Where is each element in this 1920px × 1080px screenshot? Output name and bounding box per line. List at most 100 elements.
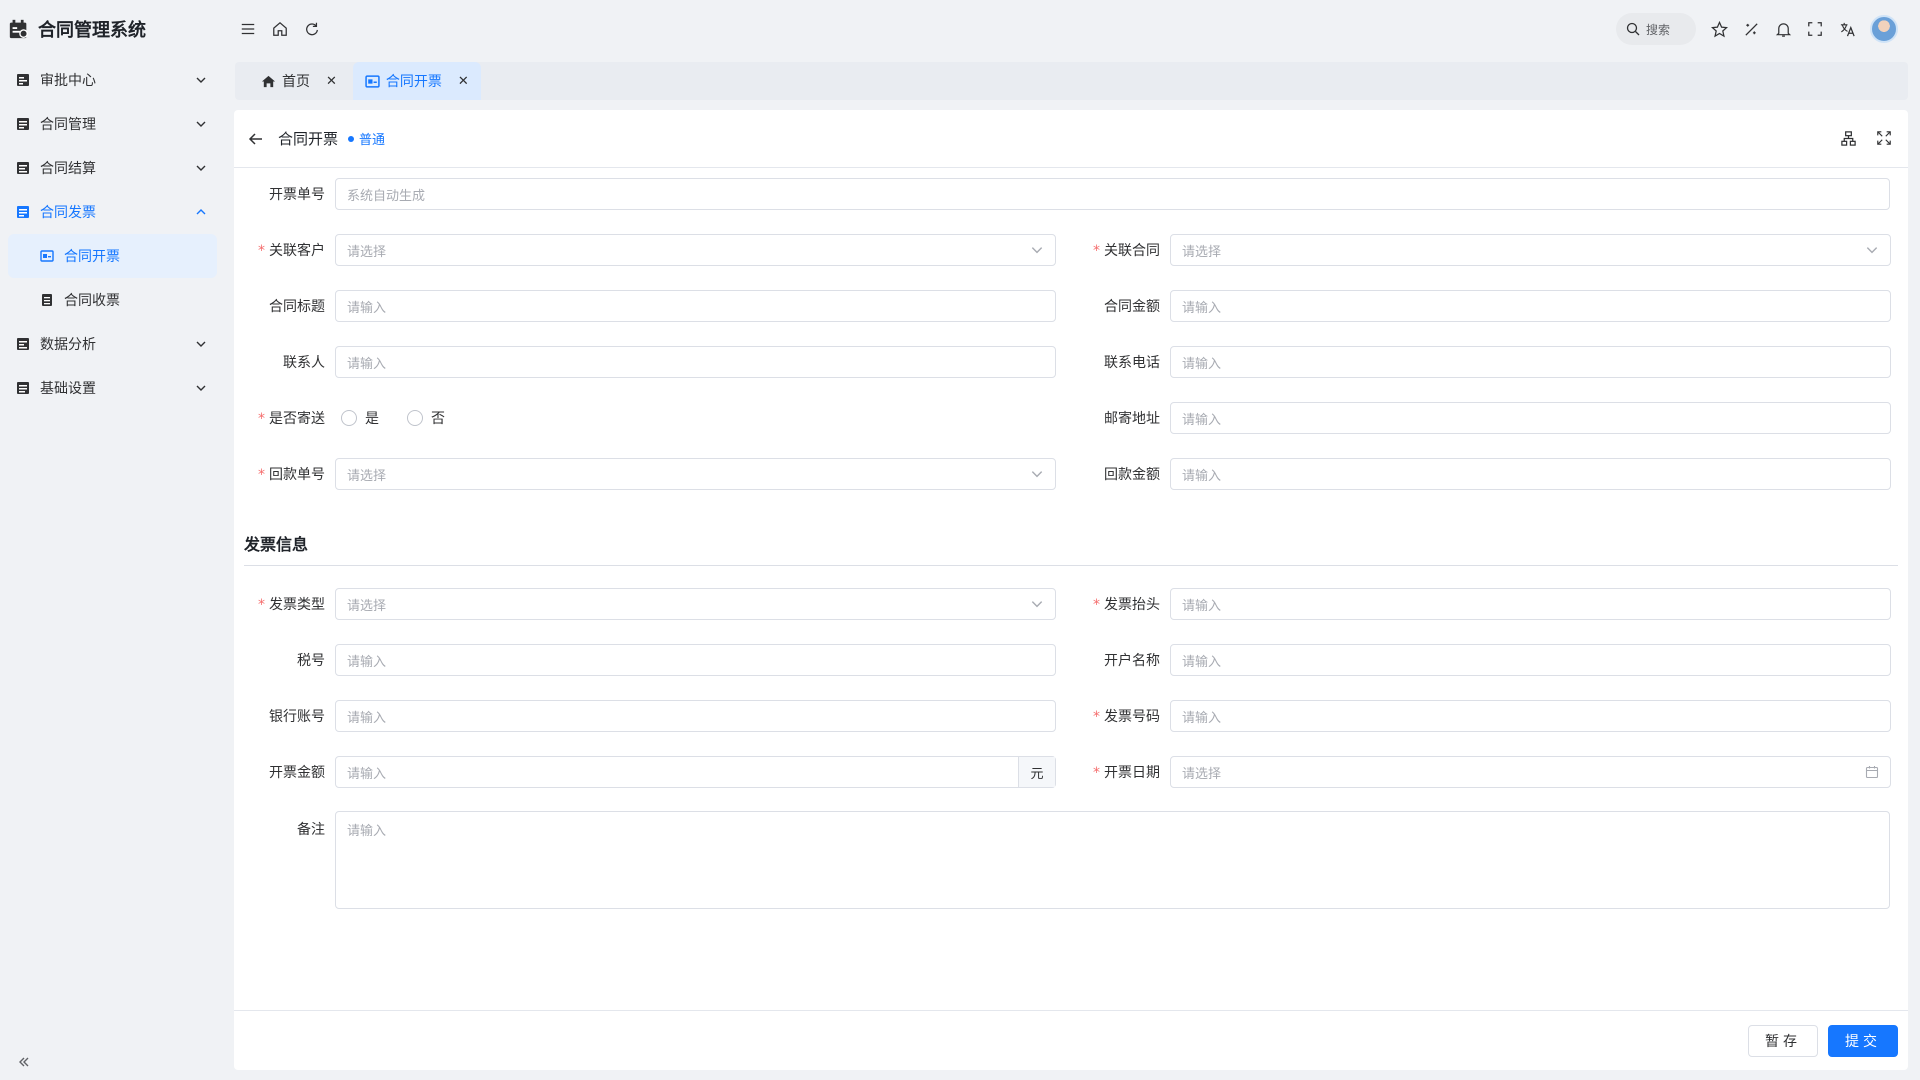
- field-label: 邮寄地址: [1104, 411, 1160, 427]
- required-mark: *: [1093, 243, 1100, 259]
- sidebar-item-approval[interactable]: 审批中心: [0, 58, 225, 102]
- invoice-amount-input[interactable]: 请输入 元: [335, 756, 1056, 788]
- save-draft-button[interactable]: 暂存: [1748, 1024, 1818, 1057]
- sidebar-item-label: 合同开票: [64, 249, 120, 265]
- tax-no-input[interactable]: 请输入: [335, 644, 1056, 676]
- submit-button[interactable]: 提交: [1828, 1024, 1898, 1057]
- field-account-name: 开户名称 请输入: [1069, 643, 1891, 677]
- sidebar-item-label: 合同收票: [64, 293, 120, 309]
- field-label: 回款金额: [1104, 467, 1160, 483]
- placeholder: 系统自动生成: [347, 188, 426, 204]
- field-label: 合同金额: [1104, 299, 1160, 315]
- field-contract: * 关联合同 请选择: [1069, 233, 1891, 267]
- tab-home[interactable]: 首页 ✕: [249, 62, 349, 100]
- contact-input[interactable]: 请输入: [335, 346, 1056, 378]
- tab-issue-invoice[interactable]: 合同开票 ✕: [352, 62, 481, 100]
- expand-icon[interactable]: [1876, 130, 1894, 148]
- settings-icon: [17, 382, 29, 394]
- field-label: 税号: [297, 653, 325, 669]
- payment-amount-input[interactable]: 请输入: [1170, 458, 1891, 490]
- sidebar-item-contract[interactable]: 合同管理: [0, 102, 225, 146]
- sidebar-item-label: 合同发票: [40, 205, 96, 221]
- bell-icon[interactable]: [1774, 20, 1792, 38]
- search-button[interactable]: 搜索: [1616, 13, 1696, 45]
- phone-input[interactable]: 请输入: [1170, 346, 1891, 378]
- close-icon[interactable]: ✕: [458, 74, 469, 89]
- placeholder: 请输入: [347, 300, 387, 316]
- page-header: 合同开票 普通: [234, 110, 1908, 168]
- placeholder: 请输入: [347, 766, 387, 782]
- invoice-type-select[interactable]: 请选择: [335, 588, 1056, 620]
- placeholder: 请输入: [347, 654, 387, 670]
- approval-icon: [17, 74, 29, 86]
- placeholder: 请输入: [347, 356, 387, 372]
- address-input[interactable]: 请输入: [1170, 402, 1891, 434]
- field-invoice-amount: 开票金额 请输入 元: [234, 755, 1056, 789]
- remark-textarea[interactable]: 请输入: [335, 811, 1890, 909]
- menu-toggle-icon[interactable]: [239, 20, 257, 38]
- radio-no[interactable]: 否: [407, 408, 445, 428]
- field-label: * 发票抬头: [1093, 597, 1160, 613]
- invoice-header-input[interactable]: 请输入: [1170, 588, 1891, 620]
- placeholder: 请输入: [1182, 412, 1222, 428]
- required-mark: *: [1093, 765, 1100, 781]
- required-mark: *: [258, 243, 265, 259]
- radio-yes[interactable]: 是: [341, 408, 379, 428]
- close-icon[interactable]: ✕: [326, 74, 337, 89]
- contract-select[interactable]: 请选择: [1170, 234, 1891, 266]
- field-label: 联系人: [283, 355, 325, 371]
- sidebar-item-invoice[interactable]: 合同发票: [0, 190, 225, 234]
- star-icon[interactable]: [1710, 20, 1728, 38]
- field-label: 开户名称: [1104, 653, 1160, 669]
- refresh-icon[interactable]: [303, 20, 321, 38]
- placeholder: 请输入: [1182, 654, 1222, 670]
- placeholder: 请选择: [1182, 244, 1222, 260]
- customer-select[interactable]: 请选择: [335, 234, 1056, 266]
- content-card: 合同开票 普通 开票单号 系统自动生成 * 关联客户 请选择 * 关联合同 请选择: [234, 110, 1908, 1070]
- required-mark: *: [258, 467, 265, 483]
- back-arrow-icon[interactable]: [248, 131, 264, 147]
- invoice-no-input[interactable]: 系统自动生成: [335, 178, 1890, 210]
- chevron-down-icon: [196, 341, 206, 347]
- collapse-sidebar-icon[interactable]: [16, 1054, 32, 1070]
- sidebar-item-receive-invoice[interactable]: 合同收票: [0, 278, 225, 322]
- invoice-number-input[interactable]: 请输入: [1170, 700, 1891, 732]
- section-title-invoice-info: 发票信息: [244, 535, 309, 554]
- sidebar-item-settings[interactable]: 基础设置: [0, 366, 225, 410]
- chevron-down-icon: [196, 121, 206, 127]
- field-remark: 备注 请输入: [234, 811, 1890, 909]
- bank-account-input[interactable]: 请输入: [335, 700, 1056, 732]
- required-mark: *: [1093, 597, 1100, 613]
- user-avatar[interactable]: [1870, 15, 1898, 43]
- placeholder: 请选择: [1182, 766, 1222, 782]
- field-payment-no: * 回款单号 请选择: [234, 457, 1056, 491]
- sidebar-item-settlement[interactable]: 合同结算: [0, 146, 225, 190]
- placeholder: 请输入: [347, 710, 387, 726]
- sidebar-item-label: 合同结算: [40, 161, 96, 177]
- translate-icon[interactable]: [1838, 20, 1856, 38]
- field-invoice-number: * 发票号码 请输入: [1069, 699, 1891, 733]
- home-icon[interactable]: [271, 20, 289, 38]
- field-label: * 开票日期: [1093, 765, 1160, 781]
- payment-no-select[interactable]: 请选择: [335, 458, 1056, 490]
- chevron-down-icon: [196, 77, 206, 83]
- contract-title-input[interactable]: 请输入: [335, 290, 1056, 322]
- field-invoice-no: 开票单号 系统自动生成: [234, 177, 1900, 211]
- placeholder: 请输入: [1182, 468, 1222, 484]
- placeholder: 请选择: [347, 598, 387, 614]
- issue-invoice-icon: [365, 74, 380, 88]
- section-divider: [244, 565, 1898, 566]
- chevron-down-icon: [196, 165, 206, 171]
- flowchart-icon[interactable]: [1840, 130, 1858, 148]
- sidebar-item-issue-invoice[interactable]: 合同开票: [8, 234, 217, 278]
- field-address: 邮寄地址 请输入: [1069, 401, 1891, 435]
- contract-icon: [17, 118, 29, 130]
- placeholder: 请输入: [347, 824, 387, 839]
- contract-amount-input[interactable]: 请输入: [1170, 290, 1891, 322]
- theme-toggle-icon[interactable]: [1742, 20, 1760, 38]
- sidebar-submenu-invoice: 合同开票 合同收票: [0, 234, 225, 322]
- fullscreen-icon[interactable]: [1806, 20, 1824, 38]
- invoice-date-picker[interactable]: 请选择: [1170, 756, 1891, 788]
- sidebar-item-analytics[interactable]: 数据分析: [0, 322, 225, 366]
- account-name-input[interactable]: 请输入: [1170, 644, 1891, 676]
